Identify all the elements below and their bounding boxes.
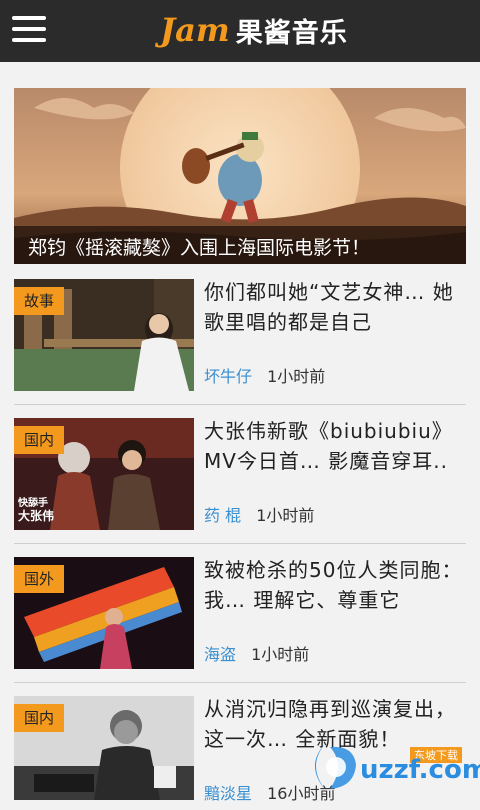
news-meta: 海盗 1小时前 <box>204 641 309 665</box>
news-time: 1小时前 <box>251 645 310 664</box>
news-thumbnail: 国外 <box>14 557 194 669</box>
list-item[interactable]: 快舔手 大张伟 国内 大张伟新歌《biubiubiu》MV今日首… 影魔音穿耳.… <box>14 418 466 532</box>
news-thumbnail: 国内 <box>14 696 194 808</box>
logo-en: Jam <box>160 11 230 49</box>
news-meta: 药 棍 1小时前 <box>204 502 314 526</box>
news-thumbnail: 快舔手 大张伟 国内 <box>14 418 194 530</box>
watermark-text: uzzf.com <box>360 755 480 785</box>
news-author[interactable]: 黯淡星 <box>204 784 252 803</box>
news-time: 1小时前 <box>256 506 315 525</box>
news-title: 大张伟新歌《biubiubiu》MV今日首… 影魔音穿耳.. <box>204 419 453 473</box>
category-tag: 国外 <box>14 565 64 593</box>
top-bar: Jam 果酱音乐 <box>0 0 480 62</box>
banner-caption-text: 郑钧《摇滚藏獒》入围上海国际电影节！ <box>28 237 371 259</box>
divider <box>14 404 466 405</box>
news-author[interactable]: 坏牛仔 <box>204 367 252 386</box>
news-author[interactable]: 药 棍 <box>204 506 241 525</box>
divider <box>14 543 466 544</box>
logo-cn: 果酱音乐 <box>235 17 348 49</box>
category-tag: 国内 <box>14 426 64 454</box>
news-author[interactable]: 海盗 <box>204 645 236 664</box>
svg-text:大张伟: 大张伟 <box>18 508 54 523</box>
news-time: 1小时前 <box>267 367 326 386</box>
news-thumbnail: 故事 <box>14 279 194 391</box>
menu-icon[interactable] <box>12 14 48 44</box>
news-title: 致被枪杀的50位人类同胞：我… 理解它、尊重它 <box>204 558 463 612</box>
svg-text:快舔手: 快舔手 <box>17 496 48 509</box>
divider <box>14 682 466 683</box>
category-tag: 国内 <box>14 704 64 732</box>
list-item[interactable]: 故事 你们都叫她“文艺女神… 她歌里唱的都是自己 坏牛仔 1小时前 <box>14 279 466 393</box>
featured-banner[interactable]: 郑钧《摇滚藏獒》入围上海国际电影节！ <box>14 88 466 264</box>
banner-caption: 郑钧《摇滚藏獒》入围上海国际电影节！ <box>14 226 466 264</box>
news-title: 你们都叫她“文艺女神… 她歌里唱的都是自己 <box>204 280 454 334</box>
news-meta: 坏牛仔 1小时前 <box>204 363 325 387</box>
app-logo[interactable]: Jam 果酱音乐 <box>160 8 348 52</box>
category-tag: 故事 <box>14 287 64 315</box>
list-item[interactable]: 国外 致被枪杀的50位人类同胞：我… 理解它、尊重它 海盗 1小时前 <box>14 557 466 671</box>
